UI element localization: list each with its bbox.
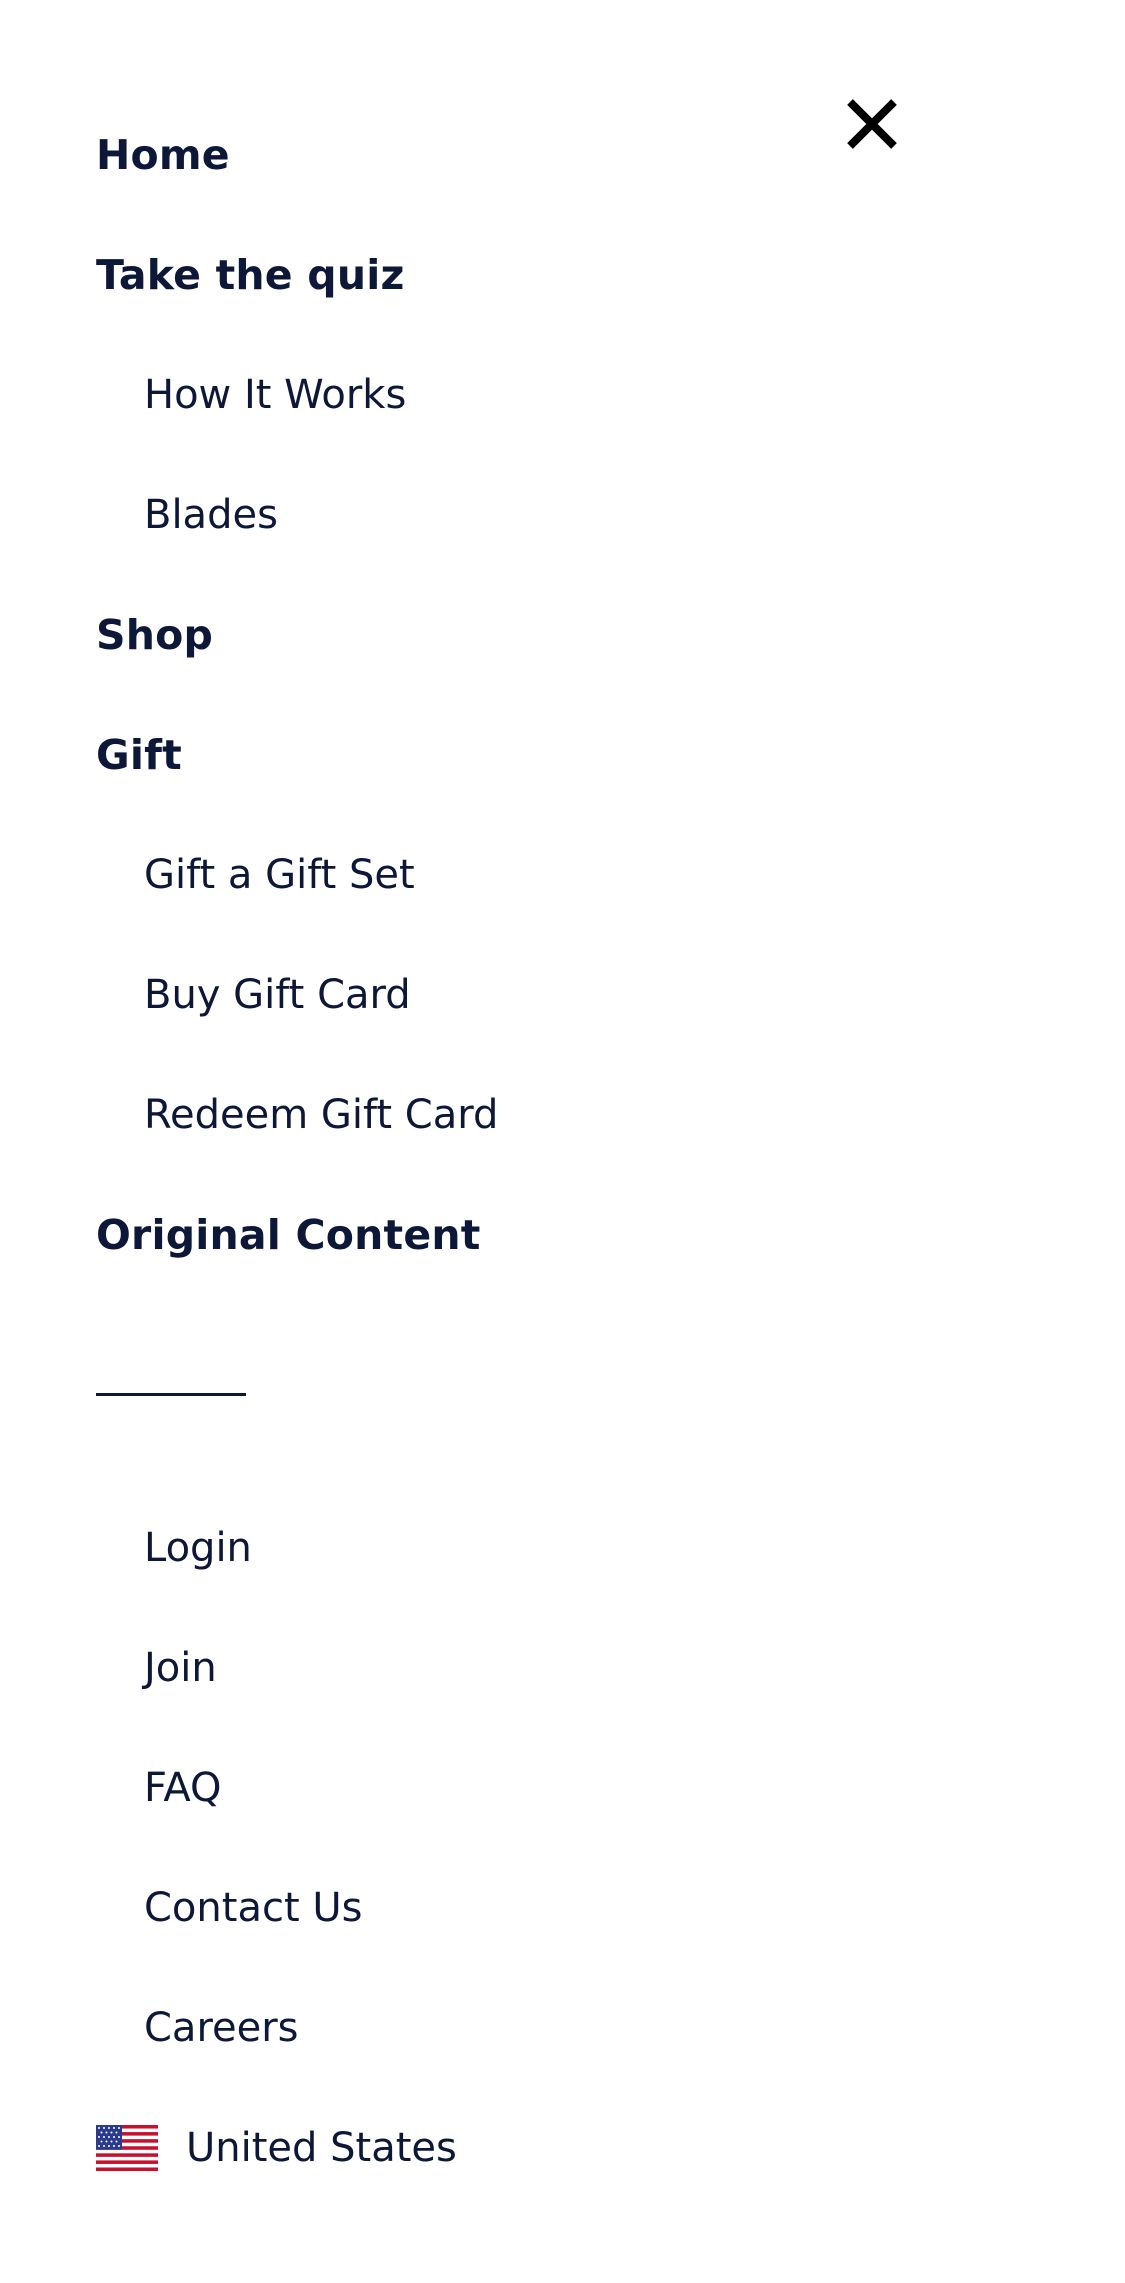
nav-gift-set-link[interactable]: Gift a Gift Set: [144, 840, 415, 910]
login-link[interactable]: Login: [144, 1513, 252, 1583]
contact-us-link[interactable]: Contact Us: [144, 1873, 362, 1943]
country-label: United States: [186, 2125, 457, 2171]
careers-link[interactable]: Careers: [144, 1993, 299, 2063]
faq-link[interactable]: FAQ: [144, 1753, 221, 1823]
menu-divider: [96, 1393, 246, 1396]
nav-buy-gift-card-link[interactable]: Buy Gift Card: [144, 960, 411, 1030]
nav-how-it-works-link[interactable]: How It Works: [144, 360, 406, 430]
join-link[interactable]: Join: [144, 1633, 217, 1703]
us-flag-icon: [96, 2125, 158, 2171]
close-button[interactable]: [840, 92, 904, 156]
nav-home-link[interactable]: Home: [96, 120, 230, 190]
nav-original-content-link[interactable]: Original Content: [96, 1200, 481, 1270]
close-icon: [847, 99, 897, 149]
nav-shop-link[interactable]: Shop: [96, 600, 213, 670]
nav-gift-link[interactable]: Gift: [96, 720, 182, 790]
country-selector[interactable]: United States: [96, 2113, 457, 2183]
nav-take-quiz-link[interactable]: Take the quiz: [96, 240, 405, 310]
nav-blades-link[interactable]: Blades: [144, 480, 278, 550]
nav-redeem-gift-card-link[interactable]: Redeem Gift Card: [144, 1080, 498, 1150]
